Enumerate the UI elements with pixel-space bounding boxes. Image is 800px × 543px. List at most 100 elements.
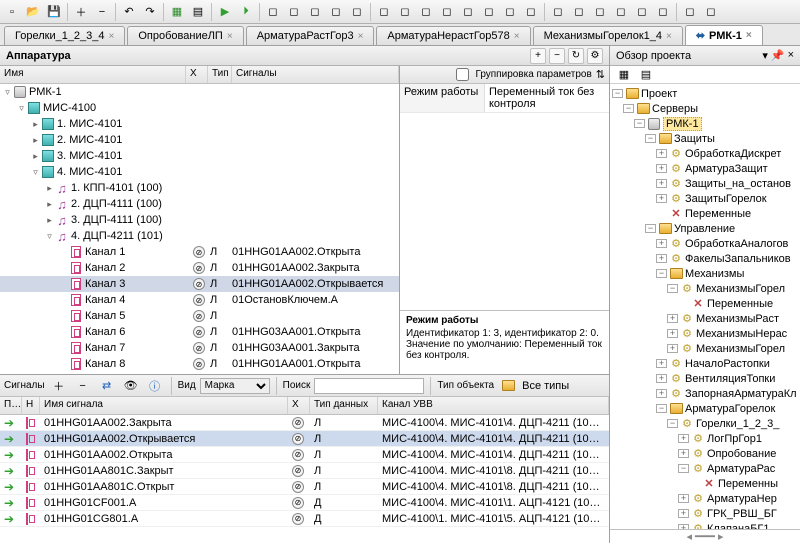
project-tree-row[interactable]: −⚙АрматураРас xyxy=(612,461,798,476)
project-tree-row[interactable]: +⚙ФакелыЗапальников xyxy=(612,251,798,266)
ov-btn2-icon[interactable]: ▤ xyxy=(636,65,656,85)
tab[interactable]: ⬌РМК-1× xyxy=(685,25,763,46)
project-tree-row[interactable]: −Механизмы xyxy=(612,266,798,281)
expand-icon[interactable]: + xyxy=(656,179,667,188)
project-tree-row[interactable]: +⚙МеханизмыНерас xyxy=(612,326,798,341)
expand-icon[interactable]: + xyxy=(656,149,667,158)
tree-row[interactable]: Канал 5⊘Л xyxy=(0,308,399,324)
sig-del-icon[interactable]: − xyxy=(73,376,93,396)
type-folder-icon[interactable] xyxy=(498,376,518,396)
tree-row[interactable]: Канал 8⊘Л01HHG01AA001.Открыта xyxy=(0,356,399,372)
tree-row[interactable]: Канал 7⊘Л01HHG03AA001.Закрыта xyxy=(0,340,399,356)
sig-eye-icon[interactable]: 👁 xyxy=(121,376,141,396)
tree-row[interactable]: Канал 2⊘Л01HHG01AA002.Закрыта xyxy=(0,260,399,276)
tab[interactable]: ОпробованиеЛП× xyxy=(127,26,243,45)
h2-icon[interactable]: ◻ xyxy=(701,2,721,22)
tree-row[interactable]: Канал 3⊘Л01HHG01AA002.Открывается xyxy=(0,276,399,292)
expand-icon[interactable]: − xyxy=(656,269,667,278)
tree-row[interactable]: ▿4. МИС-4101 xyxy=(0,164,399,180)
expand-icon[interactable]: − xyxy=(634,119,645,128)
expand-icon[interactable]: + xyxy=(678,434,689,443)
expand-icon[interactable]: − xyxy=(667,419,678,428)
tree-row[interactable]: ▸2. МИС-4101 xyxy=(0,132,399,148)
col-type[interactable]: Тип xyxy=(208,66,232,83)
view-select[interactable]: Марка xyxy=(200,378,270,394)
tree-row[interactable]: ▸1. МИС-4101 xyxy=(0,116,399,132)
sig-add-icon[interactable]: ＋ xyxy=(49,376,69,396)
property-row[interactable]: Режим работыПеременный ток без контроля xyxy=(400,84,609,113)
expand-icon[interactable]: ▸ xyxy=(30,135,41,146)
expand-icon[interactable]: + xyxy=(667,344,678,353)
expand-icon[interactable]: ▸ xyxy=(30,151,41,162)
apparatus-btn[interactable]: − xyxy=(549,48,565,64)
project-tree-row[interactable]: +⚙ОбработкаДискрет xyxy=(612,146,798,161)
expand-icon[interactable]: + xyxy=(678,494,689,503)
project-tree-row[interactable]: +⚙КлапанаБГ1_ xyxy=(612,521,798,529)
expand-icon[interactable]: − xyxy=(645,134,656,143)
tree-row[interactable]: ▸♫3. ДЦП-4111 (100) xyxy=(0,212,399,228)
tab[interactable]: Горелки_1_2_3_4× xyxy=(4,26,125,45)
prop-sort-icon[interactable]: ⇅ xyxy=(596,68,605,81)
expand-icon[interactable]: + xyxy=(667,314,678,323)
tree-row[interactable]: ▸♫2. ДЦП-4111 (100) xyxy=(0,196,399,212)
project-tree-row[interactable]: −Серверы xyxy=(612,101,798,116)
expand-icon[interactable]: + xyxy=(678,509,689,518)
s4-icon[interactable]: ◻ xyxy=(611,2,631,22)
cfg2-icon[interactable]: ◻ xyxy=(284,2,304,22)
project-tree-row[interactable]: −Защиты xyxy=(612,131,798,146)
t4-icon[interactable]: ◻ xyxy=(437,2,457,22)
ov-btn1-icon[interactable]: ▦ xyxy=(614,65,634,85)
expand-icon[interactable]: − xyxy=(656,404,667,413)
expand-icon[interactable]: ▿ xyxy=(44,231,55,242)
col-x[interactable]: X xyxy=(186,66,208,83)
play-all-icon[interactable]: ⏵ xyxy=(236,2,256,22)
open-icon[interactable]: 📂 xyxy=(23,2,43,22)
save-icon[interactable]: 💾 xyxy=(44,2,64,22)
project-tree-row[interactable]: +⚙МеханизмыРаст xyxy=(612,311,798,326)
signal-row[interactable]: ➔01HHG01AA002.Открыта⊘ЛМИС-4100\4. МИС-4… xyxy=(0,447,609,463)
project-tree-row[interactable]: −АрматураГорелок xyxy=(612,401,798,416)
expand-icon[interactable]: + xyxy=(656,254,667,263)
expand-icon[interactable]: + xyxy=(667,329,678,338)
project-tree-row[interactable]: +⚙ГРК_РВШ_БГ xyxy=(612,506,798,521)
project-tree-row[interactable]: −⚙МеханизмыГорел xyxy=(612,281,798,296)
expand-icon[interactable]: + xyxy=(656,359,667,368)
cfg3-icon[interactable]: ◻ xyxy=(305,2,325,22)
tree-row[interactable]: ▿МИС-4100 xyxy=(0,100,399,116)
s5-icon[interactable]: ◻ xyxy=(632,2,652,22)
project-tree-row[interactable]: ✕Переменны xyxy=(612,476,798,491)
expand-icon[interactable]: + xyxy=(656,164,667,173)
tree-row[interactable]: ▸3. МИС-4101 xyxy=(0,148,399,164)
t7-icon[interactable]: ◻ xyxy=(500,2,520,22)
signal-row[interactable]: ➔01HHG01CF001.A⊘ДМИС-4100\4. МИС-4101\1.… xyxy=(0,495,609,511)
tree-row[interactable]: Канал 6⊘Л01HHG03AA001.Открыта xyxy=(0,324,399,340)
tree-row[interactable]: ▿РМК-1 xyxy=(0,84,399,100)
text-icon[interactable]: ▤ xyxy=(188,2,208,22)
overview-pin-icon[interactable]: 📌 xyxy=(771,49,785,62)
tree-row[interactable]: ▿♫4. ДЦП-4211 (101) xyxy=(0,228,399,244)
project-tree-row[interactable]: +⚙ОбработкаАналогов xyxy=(612,236,798,251)
project-tree-row[interactable]: +⚙АрматураЗащит xyxy=(612,161,798,176)
project-tree-row[interactable]: +⚙Защиты_на_останов xyxy=(612,176,798,191)
project-tree-row[interactable]: +⚙Опробование xyxy=(612,446,798,461)
tab-close-icon[interactable]: × xyxy=(109,31,115,42)
excel-icon[interactable]: ▦ xyxy=(167,2,187,22)
expand-icon[interactable]: ▿ xyxy=(2,87,13,98)
new-icon[interactable]: ▫ xyxy=(2,2,22,22)
project-tree-row[interactable]: ✕Переменные xyxy=(612,296,798,311)
undo-icon[interactable]: ↶ xyxy=(119,2,139,22)
add-icon[interactable]: ＋ xyxy=(71,2,91,22)
s2-icon[interactable]: ◻ xyxy=(569,2,589,22)
signal-row[interactable]: ➔01HHG01AA002.Открывается⊘ЛМИС-4100\4. М… xyxy=(0,431,609,447)
project-tree-row[interactable]: −РМК-1 xyxy=(612,116,798,131)
tree-row[interactable]: Канал 4⊘Л01ОстановКлючем.А xyxy=(0,292,399,308)
tab[interactable]: АрматураРастГор3× xyxy=(246,26,375,45)
tree-row[interactable]: Канал 9⊘Л01HHG01AA001.Закрыта xyxy=(0,372,399,374)
overview-close-icon[interactable]: × xyxy=(788,49,794,62)
h1-icon[interactable]: ◻ xyxy=(680,2,700,22)
project-tree-row[interactable]: +⚙ЛогПрГор1 xyxy=(612,431,798,446)
s3-icon[interactable]: ◻ xyxy=(590,2,610,22)
expand-icon[interactable]: ▸ xyxy=(44,199,55,210)
h-scrollbar[interactable]: ◂ ━━━ ▸ xyxy=(610,529,800,543)
project-tree-row[interactable]: +⚙МеханизмыГорел xyxy=(612,341,798,356)
